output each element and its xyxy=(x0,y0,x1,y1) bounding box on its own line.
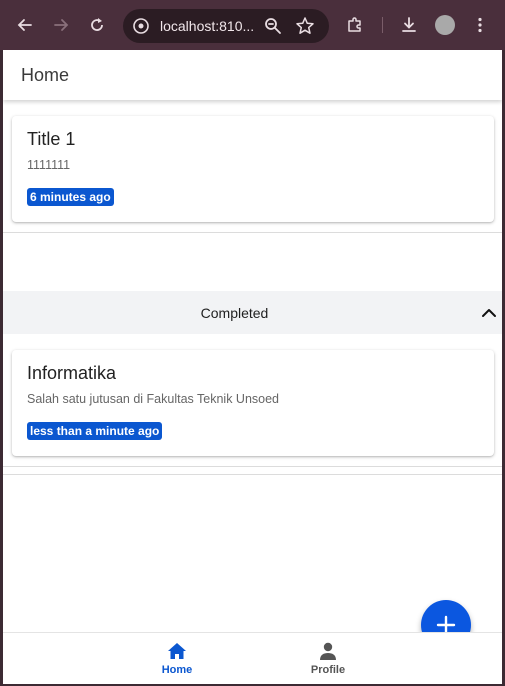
nav-label-home: Home xyxy=(161,664,193,676)
kebab-menu-icon xyxy=(478,17,482,33)
divider xyxy=(3,232,502,233)
menu-button[interactable] xyxy=(466,11,494,39)
todo-description: 1111111 xyxy=(27,158,71,172)
avatar[interactable] xyxy=(435,15,455,35)
completed-todo-card[interactable]: Informatika Salah satu jutusan di Fakult… xyxy=(12,350,494,456)
nav-item-home[interactable]: Home xyxy=(137,633,217,684)
chevron-up-icon[interactable] xyxy=(481,305,497,321)
reload-icon xyxy=(91,18,103,31)
arrow-right-icon xyxy=(54,19,69,31)
todo-title: Informatika xyxy=(27,363,117,383)
app-viewport: Home Title 1 1111111 6 minutes ago Compl… xyxy=(3,50,502,684)
arrow-left-icon xyxy=(17,19,32,31)
divider xyxy=(3,474,502,475)
todo-description: Salah satu jutusan di Fakultas Teknik Un… xyxy=(27,392,280,406)
divider xyxy=(3,466,502,467)
browser-toolbar: localhost:810... xyxy=(0,0,505,50)
forward-button[interactable] xyxy=(47,11,75,39)
url-text: localhost:810... xyxy=(160,18,255,34)
nav-item-profile[interactable]: Profile xyxy=(288,633,368,684)
back-button[interactable] xyxy=(11,11,39,39)
extensions-button[interactable] xyxy=(341,11,369,39)
person-icon xyxy=(320,642,336,660)
todo-title: Title 1 xyxy=(27,129,76,149)
app-bar: Home xyxy=(3,50,502,100)
download-icon xyxy=(402,17,416,32)
completed-section-label: Completed xyxy=(200,305,269,321)
address-bar[interactable]: localhost:810... xyxy=(123,9,329,43)
todo-list: Title 1 1111111 6 minutes ago Completed … xyxy=(3,100,502,650)
bottom-navigation: Home Profile xyxy=(3,632,502,684)
star-icon[interactable] xyxy=(295,16,315,36)
nav-label-profile: Profile xyxy=(310,664,346,676)
puzzle-icon xyxy=(348,17,361,32)
site-info-icon[interactable] xyxy=(131,16,151,36)
browser-window: localhost:810... Home Title 1 1111111 6 … xyxy=(0,0,505,686)
time-badge: 6 minutes ago xyxy=(27,188,114,206)
todo-card[interactable]: Title 1 1111111 6 minutes ago xyxy=(12,116,494,222)
reload-button[interactable] xyxy=(83,11,111,39)
zoom-icon[interactable] xyxy=(263,16,283,36)
completed-section-header[interactable]: Completed xyxy=(3,291,502,334)
downloads-button[interactable] xyxy=(395,11,423,39)
time-badge: less than a minute ago xyxy=(27,422,163,440)
home-icon xyxy=(168,643,186,659)
page-title: Home xyxy=(21,65,70,85)
toolbar-separator xyxy=(382,17,383,33)
